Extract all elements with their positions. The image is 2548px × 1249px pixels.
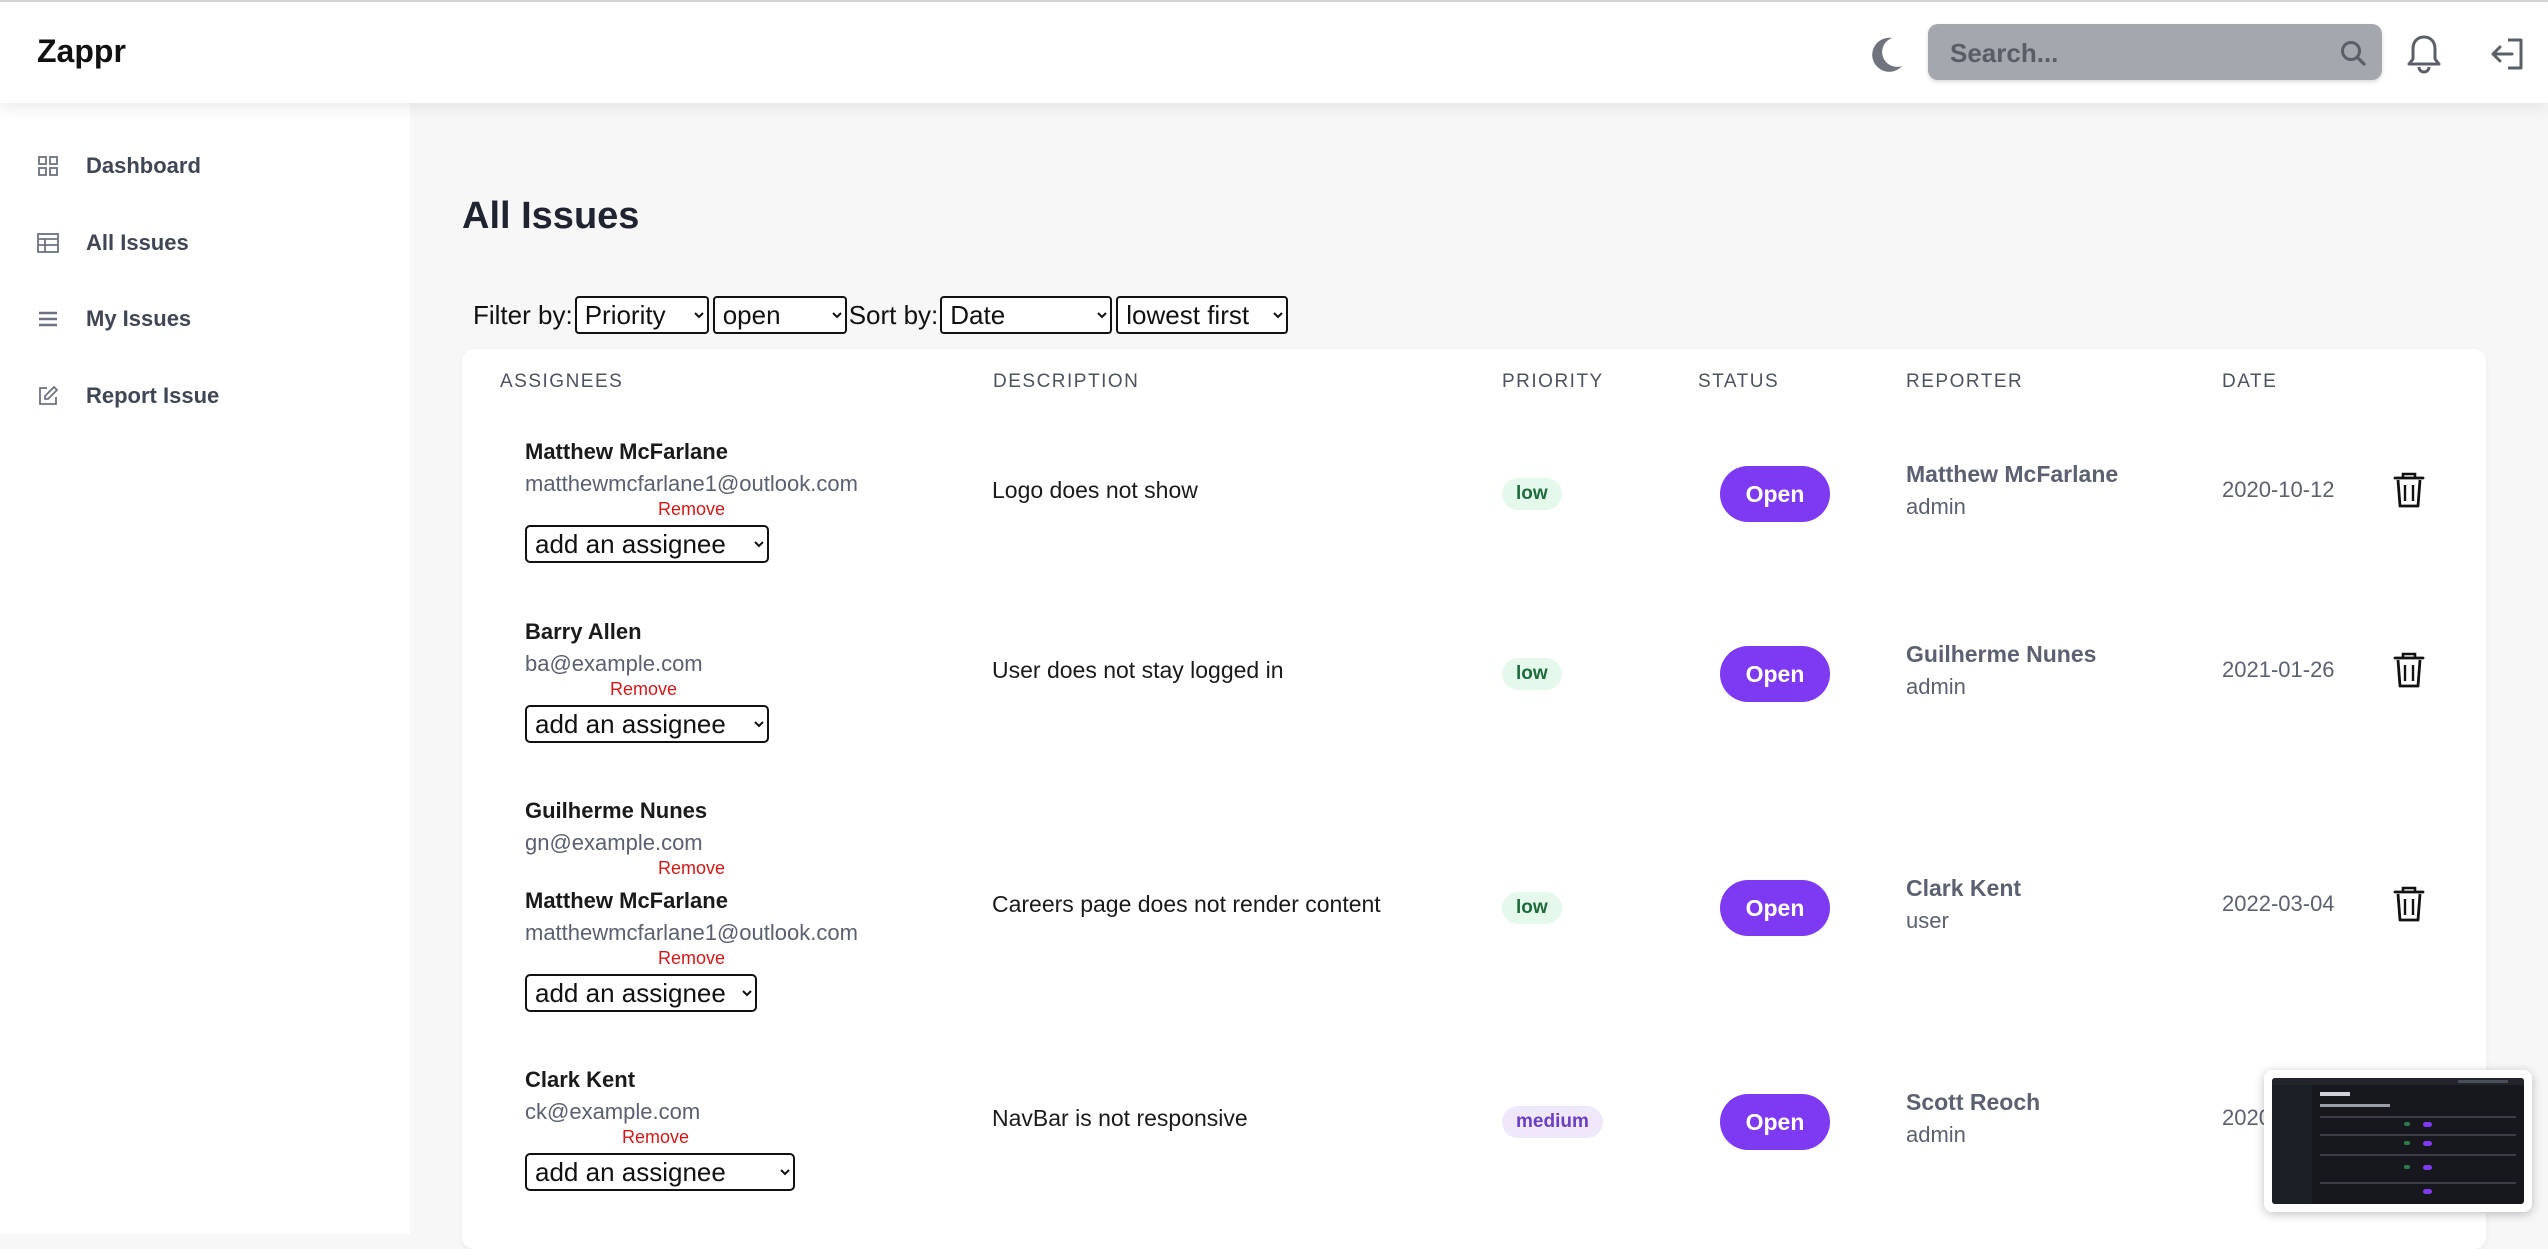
filter-field-select[interactable]: Priority	[574, 296, 709, 334]
sidebar-item-label: All Issues	[86, 230, 189, 255]
remove-assignee-button[interactable]: Remove	[610, 679, 677, 700]
issue-date: 2022-03-04	[2222, 891, 2335, 916]
header-priority: PRIORITY	[1502, 371, 1604, 392]
status-open-button[interactable]: Open	[1720, 880, 1830, 936]
assignee-name: Matthew McFarlane	[525, 439, 728, 464]
remove-assignee-button[interactable]: Remove	[622, 1127, 689, 1148]
assignee-name: Matthew McFarlane	[525, 888, 728, 913]
add-assignee-select[interactable]: add an assignee	[525, 705, 769, 743]
moon-icon[interactable]	[1866, 32, 1906, 76]
assignee-email: matthewmcfarlane1@outlook.com	[525, 471, 858, 496]
sidebar: Dashboard All Issues My Issues Report Is…	[0, 103, 410, 1234]
logout-icon[interactable]	[2488, 34, 2528, 74]
sidebar-item-label: My Issues	[86, 306, 192, 331]
sidebar-item-label: Dashboard	[86, 153, 201, 178]
reporter-name: Guilherme Nunes	[1906, 641, 2097, 667]
sidebar-item-my-issues[interactable]: My Issues	[36, 299, 191, 339]
header-description: DESCRIPTION	[993, 371, 1140, 392]
trash-icon[interactable]	[2392, 885, 2426, 923]
bell-icon[interactable]	[2404, 32, 2444, 76]
top-header: Zappr	[0, 2, 2548, 103]
reporter-role: admin	[1906, 1122, 1966, 1147]
dashboard-grid-icon	[38, 156, 58, 176]
issue-description: Logo does not show	[992, 477, 1198, 503]
header-status: STATUS	[1698, 371, 1780, 392]
remove-assignee-button[interactable]: Remove	[658, 858, 725, 879]
status-open-button[interactable]: Open	[1720, 1094, 1830, 1150]
table-row: Guilherme Nunes gn@example.com Remove Ma…	[462, 798, 2486, 1068]
thumbnail-preview-image	[2272, 1078, 2524, 1204]
table-row: Clark Kent ck@example.com Remove add an …	[462, 1067, 2486, 1247]
sidebar-item-label: Report Issue	[86, 383, 220, 408]
screenshot-thumbnail[interactable]	[2264, 1070, 2532, 1212]
assignee-name: Guilherme Nunes	[525, 798, 708, 823]
remove-assignee-button[interactable]: Remove	[658, 499, 725, 520]
assignee-email: gn@example.com	[525, 830, 703, 855]
header-date: DATE	[2222, 371, 2278, 392]
issue-description: NavBar is not responsive	[992, 1105, 1248, 1131]
sort-field-select[interactable]: Date	[940, 296, 1113, 334]
add-assignee-select[interactable]: add an assignee	[525, 974, 757, 1012]
priority-badge: low	[1502, 478, 1562, 510]
issue-description: Careers page does not render content	[992, 891, 1381, 917]
remove-assignee-button[interactable]: Remove	[658, 948, 725, 969]
header-assignees: ASSIGNEES	[500, 371, 624, 392]
sidebar-item-report-issue[interactable]: Report Issue	[36, 376, 219, 416]
add-assignee-select[interactable]: add an assignee	[525, 1153, 795, 1191]
filter-value-select[interactable]: open	[712, 296, 847, 334]
priority-badge: low	[1502, 892, 1562, 924]
filter-bar: Filter by: Priority open Sort by: Date l…	[473, 296, 1290, 334]
sort-order-select[interactable]: lowest first	[1116, 296, 1289, 334]
page-title: All Issues	[462, 195, 640, 237]
reporter-role: user	[1906, 908, 1949, 933]
status-open-button[interactable]: Open	[1720, 646, 1830, 702]
issue-date: 2020-10-12	[2222, 477, 2335, 502]
main-content: All Issues Filter by: Priority open Sort…	[410, 103, 2548, 1249]
table-icon	[37, 233, 59, 253]
sort-by-label: Sort by:	[848, 299, 939, 330]
sidebar-item-dashboard[interactable]: Dashboard	[36, 146, 201, 186]
assignee-name: Barry Allen	[525, 619, 642, 644]
table-row: Barry Allen ba@example.com Remove add an…	[462, 619, 2486, 799]
filter-by-label: Filter by:	[473, 299, 573, 330]
assignee-name: Clark Kent	[525, 1067, 636, 1092]
reporter-role: admin	[1906, 674, 1966, 699]
app-logo[interactable]: Zappr	[37, 33, 126, 70]
edit-icon	[39, 386, 58, 405]
search-input[interactable]	[1948, 34, 2322, 72]
reporter-name: Clark Kent	[1906, 875, 2022, 901]
trash-icon[interactable]	[2392, 471, 2426, 509]
sidebar-item-all-issues[interactable]: All Issues	[36, 223, 189, 263]
issue-date: 2021-01-26	[2222, 657, 2335, 682]
header-reporter: REPORTER	[1906, 371, 2024, 392]
issues-table: ASSIGNEES DESCRIPTION PRIORITY STATUS RE…	[462, 349, 2486, 1249]
trash-icon[interactable]	[2392, 651, 2426, 689]
add-assignee-select[interactable]: add an assignee	[525, 525, 769, 563]
table-row: Matthew McFarlane matthewmcfarlane1@outl…	[462, 439, 2486, 619]
assignee-email: ck@example.com	[525, 1099, 701, 1124]
reporter-name: Matthew McFarlane	[1906, 461, 2119, 487]
search-icon[interactable]	[2339, 39, 2367, 67]
assignee-email: ba@example.com	[525, 651, 703, 676]
issue-description: User does not stay logged in	[992, 657, 1284, 683]
reporter-name: Scott Reoch	[1906, 1089, 2041, 1115]
search-box	[1928, 24, 2382, 80]
list-icon	[39, 311, 57, 327]
status-open-button[interactable]: Open	[1720, 466, 1830, 522]
priority-badge: low	[1502, 658, 1562, 690]
assignee-email: matthewmcfarlane1@outlook.com	[525, 920, 858, 945]
reporter-role: admin	[1906, 494, 1966, 519]
priority-badge: medium	[1502, 1106, 1603, 1138]
